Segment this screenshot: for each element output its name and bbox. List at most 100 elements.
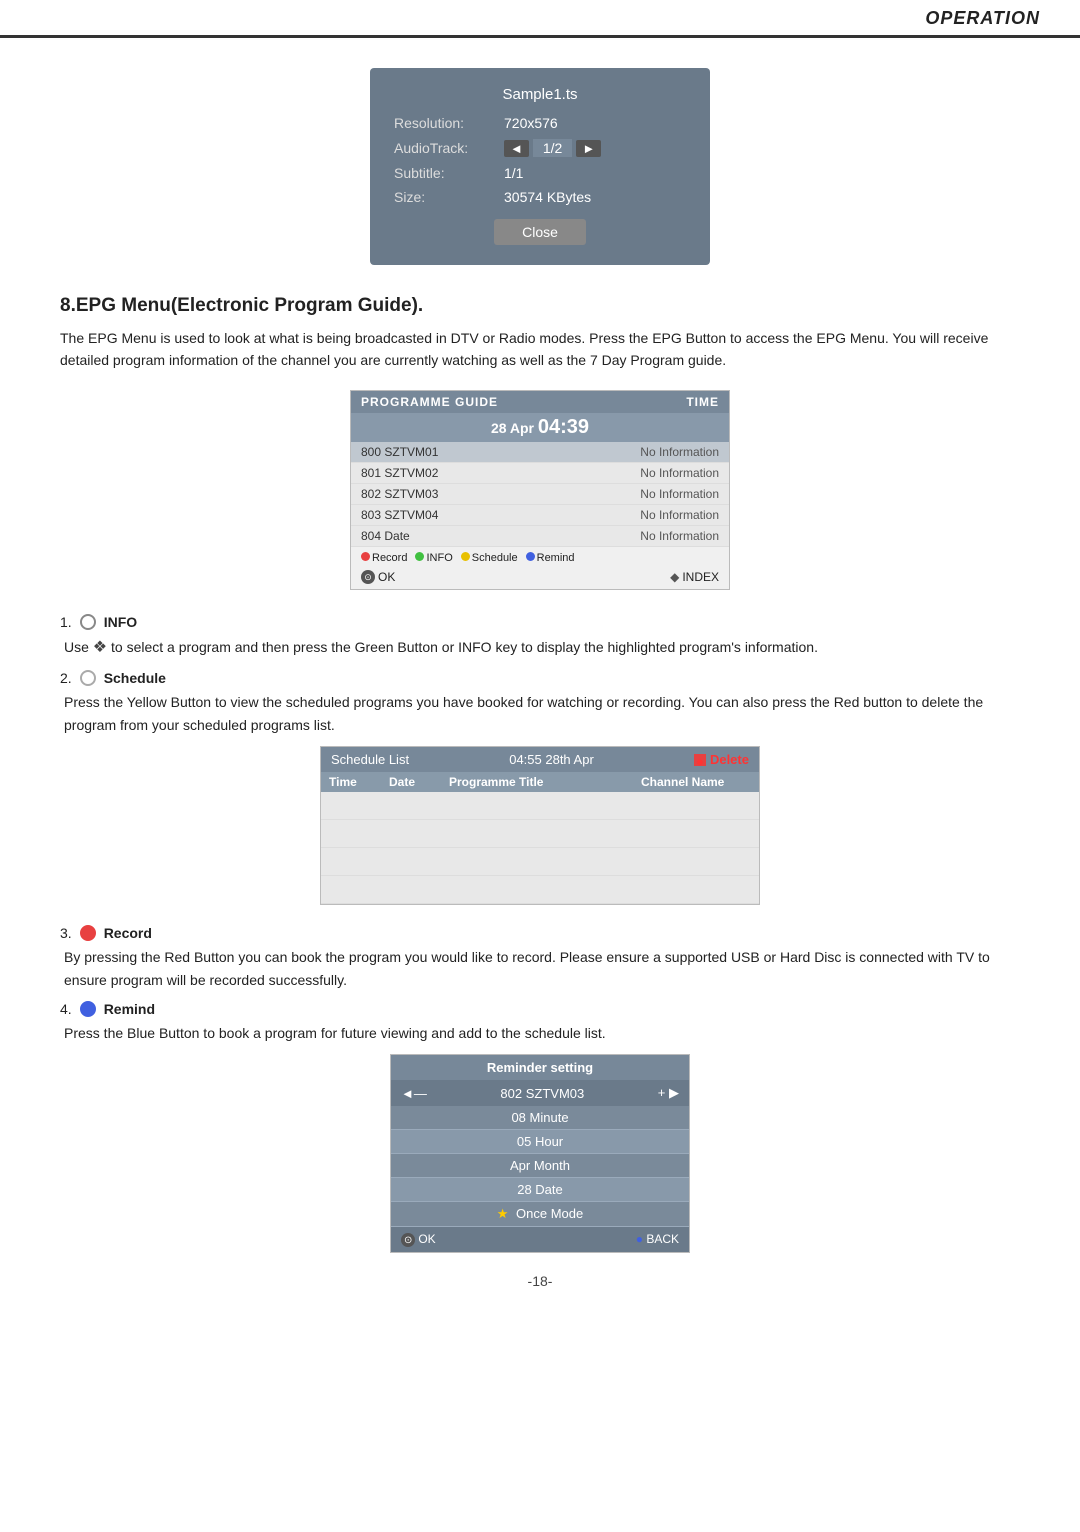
reminder-star-icon: ★: [497, 1206, 509, 1222]
item-schedule: 2. Schedule Press the Yellow Button to v…: [60, 670, 1020, 905]
schedule-header: Schedule List 04:55 28th Apr ● Delete: [321, 747, 759, 772]
reminder-back-label: BACK: [646, 1232, 679, 1246]
col-date: Date: [389, 775, 449, 789]
item-record-number: 3.: [60, 925, 72, 941]
item-remind-desc: Press the Blue Button to book a program …: [64, 1022, 1020, 1044]
audio-value: 1/2: [533, 139, 572, 157]
epg-index: ◆ INDEX: [670, 570, 719, 584]
epg-guide-header-right: TIME: [686, 395, 719, 409]
resolution-value: 720x576: [504, 115, 558, 131]
file-resolution-row: Resolution: 720x576: [394, 115, 686, 131]
legend-dot-icon: [361, 552, 370, 561]
epg-channel-row[interactable]: 804 Date No Information: [351, 526, 729, 547]
subtitle-value: 1/1: [504, 165, 523, 181]
channel-name: 802 SZTVM03: [361, 487, 438, 501]
legend-dot-icon: [415, 552, 424, 561]
delete-button[interactable]: ● Delete: [694, 752, 749, 767]
channel-name: 801 SZTVM02: [361, 466, 438, 480]
item-info: 1. INFO Use ❖ to select a program and th…: [60, 614, 1020, 661]
channel-info: No Information: [640, 445, 719, 459]
item-remind-number: 4.: [60, 1001, 72, 1017]
resolution-label: Resolution:: [394, 115, 504, 131]
epg-guide-header: PROGRAMME GUIDE TIME: [351, 391, 729, 413]
item-info-number: 1.: [60, 614, 72, 630]
subtitle-row: Subtitle: 1/1: [394, 165, 686, 181]
epg-heading: 8.EPG Menu(Electronic Program Guide).: [60, 295, 1020, 317]
legend-item: INFO: [415, 552, 452, 564]
page-number: -18-: [60, 1273, 1020, 1289]
epg-footer: ⊙ OK ◆ INDEX: [351, 567, 729, 589]
schedule-circle-icon: [80, 670, 96, 686]
reminder-mode-value: Once Mode: [516, 1206, 583, 1221]
reminder-channel-row: ◄— 802 SZTVM03 + ▶: [391, 1080, 689, 1106]
channel-info: No Information: [640, 466, 719, 480]
reminder-row-month: Apr Month: [391, 1154, 689, 1178]
delete-dot-icon: ●: [694, 754, 706, 766]
header-title: OPERATION: [925, 8, 1040, 29]
item-record-label: Record: [104, 925, 152, 941]
item-schedule-number: 2.: [60, 670, 72, 686]
channel-name: 800 SZTVM01: [361, 445, 438, 459]
header-bar: OPERATION: [0, 0, 1080, 38]
channel-name: 803 SZTVM04: [361, 508, 438, 522]
item-record: 3. Record By pressing the Red Button you…: [60, 925, 1020, 991]
delete-label: Delete: [710, 752, 749, 767]
item-schedule-desc: Press the Yellow Button to view the sche…: [64, 691, 1020, 736]
item-remind: 4. Remind Press the Blue Button to book …: [60, 1001, 1020, 1253]
legend-dot-icon: [461, 552, 470, 561]
col-title: Programme Title: [449, 775, 641, 789]
nav-icon: ❖: [93, 639, 107, 656]
audio-track-row: AudioTrack: ◄ 1/2 ►: [394, 139, 686, 157]
reminder-back-dot: ●: [636, 1232, 643, 1246]
audio-prev-button[interactable]: ◄: [504, 140, 529, 157]
item-schedule-header: 2. Schedule: [60, 670, 1020, 686]
reminder-prev-icon: ◄—: [401, 1086, 427, 1101]
legend-item: Schedule: [461, 552, 518, 564]
file-filename: Sample1.ts: [394, 86, 686, 103]
schedule-title: Schedule List: [331, 752, 409, 767]
epg-ok-label: OK: [378, 570, 395, 584]
schedule-row-4: [321, 876, 759, 904]
close-button[interactable]: Close: [494, 219, 586, 245]
col-time: Time: [329, 775, 389, 789]
channel-info: No Information: [640, 529, 719, 543]
col-channel: Channel Name: [641, 775, 751, 789]
reminder-footer: ⊙ OK ● BACK: [391, 1227, 689, 1252]
audio-nav: ◄ 1/2 ►: [504, 139, 601, 157]
reminder-channel: 802 SZTVM03: [500, 1086, 584, 1101]
reminder-next-icon: + ▶: [658, 1085, 679, 1101]
epg-channel-row[interactable]: 801 SZTVM02 No Information: [351, 463, 729, 484]
legend-item: Remind: [526, 552, 575, 564]
reminder-row-mode: ★ Once Mode: [391, 1202, 689, 1227]
epg-channel-row[interactable]: 800 SZTVM01 No Information: [351, 442, 729, 463]
reminder-row-date: 28 Date: [391, 1178, 689, 1202]
item-info-label: INFO: [104, 614, 137, 630]
channel-info: No Information: [640, 508, 719, 522]
epg-date-row: 28 Apr 04:39: [351, 413, 729, 442]
reminder-row-hour: 05 Hour: [391, 1130, 689, 1154]
item-info-desc: Use ❖ to select a program and then press…: [64, 635, 1020, 661]
reminder-back: ● BACK: [636, 1232, 679, 1247]
item-record-desc: By pressing the Red Button you can book …: [64, 946, 1020, 991]
item-remind-header: 4. Remind: [60, 1001, 1020, 1017]
channel-info: No Information: [640, 487, 719, 501]
file-info-box: Sample1.ts Resolution: 720x576 AudioTrac…: [370, 68, 710, 265]
reminder-ok-label: OK: [418, 1232, 435, 1246]
audio-label: AudioTrack:: [394, 140, 504, 156]
close-btn-wrap: Close: [394, 219, 686, 245]
size-value: 30574 KBytes: [504, 189, 591, 205]
schedule-columns: Time Date Programme Title Channel Name: [321, 772, 759, 792]
epg-guide-header-left: PROGRAMME GUIDE: [361, 395, 498, 409]
schedule-row-3: [321, 848, 759, 876]
epg-ok: ⊙ OK: [361, 570, 395, 584]
schedule-row-2: [321, 820, 759, 848]
epg-channel-row[interactable]: 802 SZTVM03 No Information: [351, 484, 729, 505]
item-record-header: 3. Record: [60, 925, 1020, 941]
epg-channel-row[interactable]: 803 SZTVM04 No Information: [351, 505, 729, 526]
reminder-box: Reminder setting ◄— 802 SZTVM03 + ▶ 08 M…: [390, 1054, 690, 1253]
index-diamond-icon: ◆: [670, 570, 679, 584]
subtitle-label: Subtitle:: [394, 165, 504, 181]
channel-name: 804 Date: [361, 529, 410, 543]
schedule-datetime: 04:55 28th Apr: [509, 752, 594, 767]
audio-next-button[interactable]: ►: [576, 140, 601, 157]
